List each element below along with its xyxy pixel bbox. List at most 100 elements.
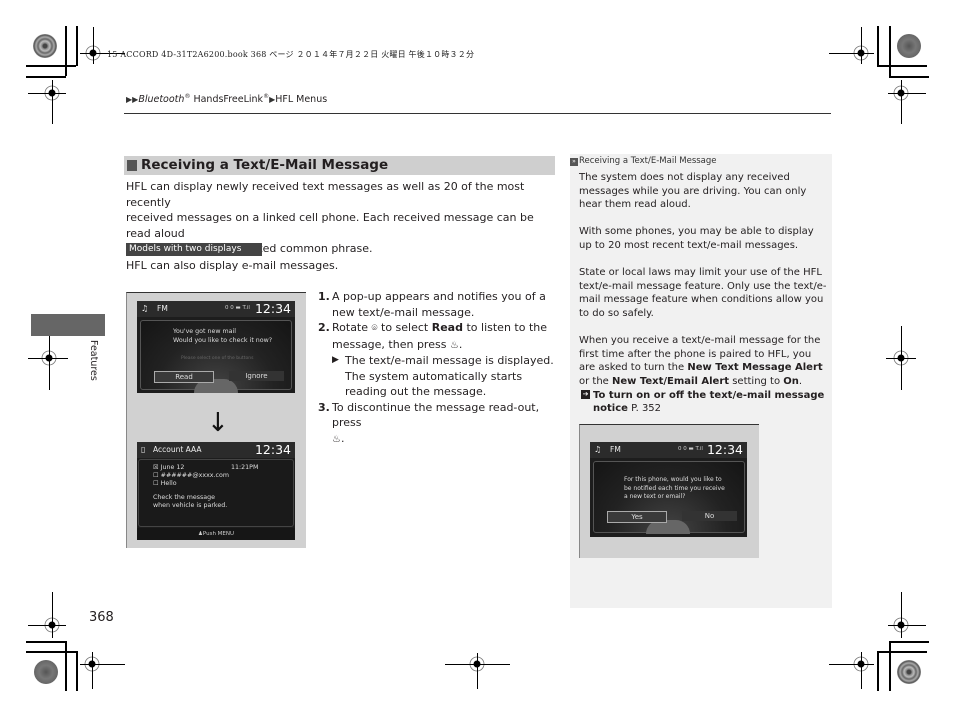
result-triangle-icon: ▶ — [332, 355, 339, 365]
step-text: Rotate — [332, 321, 369, 334]
crop-line — [877, 651, 879, 691]
crop-line — [888, 93, 926, 94]
crop-line — [65, 641, 67, 691]
model-tag: Models with two displays — [126, 243, 262, 256]
punctuation: . — [458, 337, 463, 351]
subject-icon: ☐ — [153, 480, 159, 487]
crop-line — [889, 76, 929, 78]
setting-name: New Text/Email Alert — [612, 375, 730, 387]
message-row: ☒ June 12 — [153, 464, 229, 472]
figure-notification-setup-screen: ♫ FM 0 0 ▬ T.il 12:34 For this phone, wo… — [579, 424, 759, 558]
notice-line: when vehicle is parked. — [153, 502, 228, 509]
popup-message: You've got new mail Would you like to ch… — [173, 327, 272, 345]
setting-value: On — [783, 375, 799, 387]
color-rosette-icon — [897, 660, 921, 684]
page-number: 368 — [89, 610, 114, 625]
cross-reference-page[interactable]: P. 352 — [631, 403, 661, 414]
step-2: 2. Rotate ⌾ to select Read to listen to … — [318, 320, 558, 353]
clock: 12:34 — [254, 301, 291, 316]
color-rosette-icon — [34, 660, 58, 684]
read-button[interactable]: Read — [154, 371, 214, 383]
popup-line: For this phone, would you like to — [624, 476, 722, 483]
note-paragraph: With some phones, you may be able to dis… — [579, 226, 814, 251]
side-note-heading: » Receiving a Text/E-Mail Message — [570, 156, 717, 166]
press-dial-icon: ♨ — [332, 433, 341, 445]
crop-line — [861, 27, 862, 64]
crop-line — [65, 26, 67, 76]
cross-reference-arrow-icon: ➔ — [581, 389, 590, 399]
breadcrumb-item[interactable]: HFL Menus — [275, 94, 327, 105]
screen-message-display: ▯ Account AAA 12:34 ☒ June 12 ☐ ######@x… — [137, 442, 295, 540]
crop-line — [52, 592, 53, 638]
message-details: ☒ June 12 ☐ ######@xxxx.com ☐ Hello — [153, 464, 229, 488]
note-text: setting to — [729, 375, 784, 387]
step-3: 3. To discontinue the message read-out, … — [318, 400, 558, 448]
crop-line — [26, 76, 66, 78]
parked-notice: Check the message when vehicle is parked… — [153, 494, 227, 510]
cross-reference-title[interactable]: To turn on or off the text/e-mail messag… — [593, 390, 824, 415]
popup-line: Would you like to check it now? — [173, 337, 273, 344]
setting-name: New Text Message Alert — [687, 362, 823, 374]
popup-dialog: For this phone, would you like to be not… — [593, 461, 745, 534]
crop-line — [26, 651, 76, 653]
notice-line: Check the message — [153, 494, 216, 501]
crop-line — [889, 641, 929, 643]
message-panel: ☒ June 12 ☐ ######@xxxx.com ☐ Hello 11:2… — [138, 459, 294, 527]
cross-reference-link[interactable]: ➔ To turn on or off the text/e-mail mess… — [579, 389, 827, 416]
crop-line — [92, 652, 93, 689]
no-button[interactable]: No — [682, 511, 737, 521]
crop-line — [889, 641, 891, 691]
step-text: to select — [381, 321, 429, 334]
clock: 12:34 — [706, 442, 743, 457]
ignore-button[interactable]: Ignore — [229, 371, 284, 381]
crop-line — [76, 651, 78, 691]
message-row: ☐ ######@xxxx.com — [153, 472, 229, 480]
popup-hint: Please select one of the buttons — [181, 356, 254, 361]
step-2-result: ▶ The text/e-mail message is displayed. … — [318, 353, 558, 400]
step-1: 1. A pop-up appears and notifies you of … — [318, 289, 558, 320]
registered-mark: ® — [184, 93, 191, 100]
color-rosette-icon — [897, 34, 921, 58]
read-option-label: Read — [431, 321, 463, 334]
double-triangle-icon: ▶▶ — [126, 95, 139, 105]
phone-icon: ▯ — [141, 445, 146, 454]
message-subject: Hello — [160, 480, 177, 487]
crop-line — [80, 664, 125, 665]
header-rule — [124, 113, 831, 114]
arrow-down-icon: ↓ — [207, 408, 229, 438]
popup-dialog: You've got new mail Would you like to ch… — [140, 320, 292, 393]
crop-line — [829, 53, 874, 54]
screen-new-mail-popup: ♫ FM 0 0 ▬ T.il 12:34 You've got new mai… — [137, 301, 295, 393]
crop-line — [901, 80, 902, 124]
crop-line — [861, 652, 862, 689]
note-text: . — [798, 375, 803, 387]
note-paragraph: The system does not display any received… — [579, 172, 807, 211]
crop-line — [26, 641, 66, 643]
interface-dial-icon: ⌾ — [371, 323, 378, 334]
breadcrumb: ▶▶Bluetooth® HandsFreeLink®▶HFL Menus — [126, 93, 327, 105]
section-square-icon — [127, 160, 137, 171]
note-text: or the — [579, 375, 612, 387]
crop-line — [877, 26, 879, 66]
press-dial-icon: ♨ — [449, 339, 459, 351]
footer-label: Push MENU — [202, 531, 235, 537]
figure-new-mail-screens: ♫ FM 0 0 ▬ T.il 12:34 You've got new mai… — [126, 292, 306, 548]
print-header: 15 ACCORD 4D-31T2A6200.book 368 ページ ２０１４… — [107, 50, 475, 59]
breadcrumb-item[interactable]: HandsFreeLink — [193, 94, 263, 105]
yes-button[interactable]: Yes — [607, 511, 667, 523]
breadcrumb-item[interactable]: Bluetooth — [138, 94, 184, 105]
intro-line: HFL can display newly received text mess… — [126, 180, 525, 209]
crop-line — [52, 80, 53, 124]
screen-status-bar: ♫ FM 0 0 ▬ T.il 12:34 — [590, 442, 747, 458]
chapter-tab[interactable] — [31, 314, 105, 336]
sender-icon: ☐ — [153, 472, 159, 479]
crop-line — [877, 651, 927, 653]
source-label: FM — [610, 445, 621, 454]
clock: 12:34 — [254, 442, 291, 457]
message-sender: ######@xxxx.com — [160, 472, 229, 479]
procedure-steps: 1. A pop-up appears and notifies you of … — [318, 289, 558, 447]
crop-line — [888, 625, 926, 626]
side-note-heading-text: Receiving a Text/E-Mail Message — [579, 156, 717, 166]
step-number: 1. — [318, 290, 330, 303]
message-row: ☐ Hello — [153, 480, 229, 488]
